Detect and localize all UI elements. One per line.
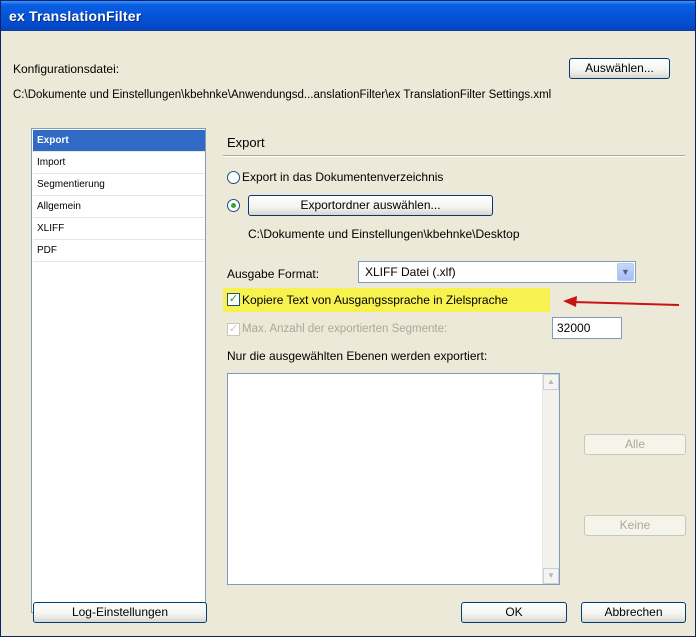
max-segments-label: Max. Anzahl der exportierten Segmente: bbox=[242, 323, 448, 335]
copy-source-label: Kopiere Text von Ausgangssprache in Ziel… bbox=[242, 293, 508, 307]
layers-label: Nur die ausgewählten Ebenen werden expor… bbox=[227, 349, 488, 363]
title-bar[interactable]: ex TranslationFilter bbox=[1, 1, 695, 31]
layers-list[interactable]: ▲ ▼ bbox=[227, 373, 560, 585]
arrow-left-icon bbox=[563, 296, 680, 307]
copy-source-checkbox[interactable]: ✓ bbox=[227, 293, 240, 306]
panel-title: Export bbox=[227, 135, 265, 150]
nav-item-export[interactable]: Export bbox=[33, 130, 205, 152]
layers-scrollbar[interactable]: ▲ ▼ bbox=[542, 374, 559, 584]
category-list[interactable]: Export Import Segmentierung Allgemein XL… bbox=[31, 128, 206, 613]
nav-item-xliff[interactable]: XLIFF bbox=[33, 218, 205, 240]
chevron-down-icon[interactable]: ▼ bbox=[617, 263, 634, 281]
format-select[interactable]: XLIFF Datei (.xlf) ▼ bbox=[358, 261, 636, 283]
ok-button[interactable]: OK bbox=[461, 602, 567, 623]
dialog-window: ex TranslationFilter Konfigurationsdatei… bbox=[0, 0, 696, 637]
select-config-button[interactable]: Auswählen... bbox=[569, 58, 670, 79]
log-settings-button[interactable]: Log-Einstellungen bbox=[33, 602, 207, 623]
max-segments-checkbox: ✓ bbox=[227, 323, 240, 336]
radio-export-doc-dir-label: Export in das Dokumentenverzeichnis bbox=[242, 170, 444, 184]
panel-title-separator bbox=[223, 155, 685, 157]
nav-item-allgemein[interactable]: Allgemein bbox=[33, 196, 205, 218]
nav-item-pdf[interactable]: PDF bbox=[33, 240, 205, 262]
export-folder-path: C:\Dokumente und Einstellungen\kbehnke\D… bbox=[248, 227, 520, 241]
scroll-down-icon[interactable]: ▼ bbox=[543, 568, 559, 584]
scroll-up-icon[interactable]: ▲ bbox=[543, 374, 559, 390]
radio-export-doc-dir[interactable] bbox=[227, 171, 240, 184]
config-file-path: C:\Dokumente und Einstellungen\kbehnke\A… bbox=[13, 89, 552, 101]
nav-item-import[interactable]: Import bbox=[33, 152, 205, 174]
nav-item-segmentierung[interactable]: Segmentierung bbox=[33, 174, 205, 196]
max-segments-input[interactable]: 32000 bbox=[552, 317, 622, 339]
select-none-button[interactable]: Keine bbox=[584, 515, 686, 536]
format-label: Ausgabe Format: bbox=[227, 267, 320, 281]
cancel-button[interactable]: Abbrechen bbox=[581, 602, 686, 623]
select-export-folder-button[interactable]: Exportordner auswählen... bbox=[248, 195, 493, 216]
config-file-label: Konfigurationsdatei: bbox=[13, 62, 120, 76]
select-all-button[interactable]: Alle bbox=[584, 434, 686, 455]
format-select-value: XLIFF Datei (.xlf) bbox=[365, 265, 456, 279]
radio-export-folder[interactable] bbox=[227, 199, 240, 212]
window-title: ex TranslationFilter bbox=[9, 8, 142, 24]
